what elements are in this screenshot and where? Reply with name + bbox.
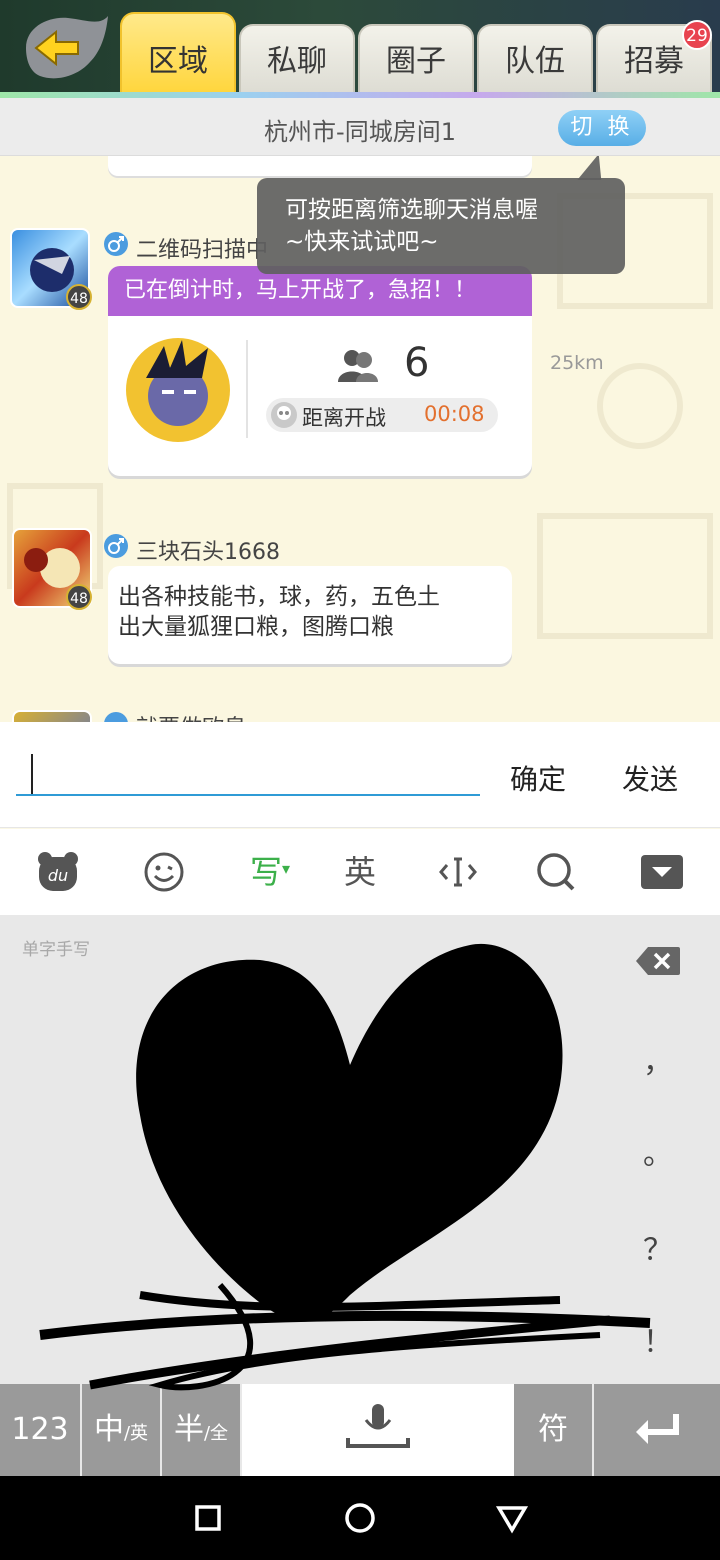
send-button[interactable]: 发送	[622, 758, 678, 798]
handwrite-mode-label: 单字手写	[22, 940, 90, 960]
username[interactable]: 三块石头1668	[136, 534, 280, 566]
chat-list[interactable]: 48 二维码扫描中 已在倒计时，马上开战了，急招！！ 6 距离开战 00:08	[0, 156, 720, 722]
level-badge: 48	[66, 584, 92, 610]
tab-label: 区域	[148, 44, 208, 79]
countdown-time: 00:08	[424, 402, 485, 426]
distance-label: 25km	[550, 352, 604, 374]
distance-filter-tooltip: 可按距离筛选聊天消息喔 ~快来试试吧~	[257, 178, 625, 274]
male-icon	[104, 534, 128, 558]
tab-team[interactable]: 队伍	[477, 24, 593, 96]
tab-region[interactable]: 区域	[120, 12, 236, 96]
english-mode-button[interactable]: 英	[330, 849, 390, 895]
hide-keyboard-button[interactable]	[632, 849, 692, 895]
punct-exclamation-key[interactable]: ！	[634, 1317, 682, 1361]
dropdown-arrow-icon: ▾	[281, 859, 291, 878]
enter-icon	[636, 1414, 679, 1444]
back-button[interactable]	[16, 12, 112, 86]
team-leader-avatar	[126, 338, 230, 442]
symbols-key[interactable]: 符	[514, 1384, 592, 1476]
tooltip-line: 可按距离筛选聊天消息喔	[285, 197, 538, 223]
smiley-icon	[144, 852, 184, 892]
backspace-button[interactable]	[634, 945, 682, 977]
level-badge: 48	[66, 284, 92, 310]
handwrite-label: 写	[249, 853, 282, 891]
team-count: 6	[404, 340, 430, 386]
backspace-icon	[636, 947, 680, 975]
space-voice-key[interactable]	[242, 1384, 514, 1476]
cn-en-toggle-key[interactable]: 中/英	[82, 1384, 160, 1476]
confirm-button[interactable]: 确定	[510, 758, 566, 798]
triangle-icon	[495, 1506, 529, 1534]
baidu-bear-icon: du	[38, 852, 78, 891]
top-tab-bar: 区域 私聊 圈子 队伍 招募 29	[0, 0, 720, 98]
punct-comma-key[interactable]: ，	[634, 1037, 682, 1081]
key-sub-label: /英	[123, 1423, 149, 1444]
message-bubble[interactable]: 出各种技能书，球，药，五色土 出大量狐狸口粮，图腾口粮	[108, 566, 512, 664]
search-button[interactable]	[526, 849, 586, 895]
numeric-key[interactable]: 123	[0, 1384, 80, 1476]
group-icon	[338, 350, 378, 382]
handwrite-mode-button[interactable]: 写▾	[240, 849, 300, 895]
recruit-badge: 29	[682, 20, 712, 50]
enter-key[interactable]	[594, 1384, 720, 1476]
message-line: 出大量狐狸口粮，图腾口粮	[118, 614, 394, 640]
circle-icon	[345, 1503, 375, 1533]
tab-label: 招募	[624, 44, 684, 79]
tab-circle[interactable]: 圈子	[358, 24, 474, 96]
male-icon	[104, 232, 128, 256]
previous-message-bubble	[108, 156, 532, 176]
tab-private-chat[interactable]: 私聊	[239, 24, 355, 96]
text-caret	[31, 754, 33, 794]
key-label: 123	[11, 1412, 69, 1447]
back-nav-button[interactable]	[492, 1498, 532, 1538]
search-icon	[537, 853, 575, 891]
tab-label: 队伍	[505, 44, 565, 79]
recents-button[interactable]	[188, 1498, 228, 1538]
message-line: 出各种技能书，球，药，五色土	[118, 584, 440, 610]
tab-label: 圈子	[386, 44, 446, 79]
room-bar: 杭州市-同城房间1 切 换	[0, 98, 720, 156]
keyboard-toolbar: du 写▾ 英	[0, 829, 720, 915]
message-input-row: 确定 发送	[0, 722, 720, 828]
back-arrow-icon	[26, 16, 108, 79]
skull-icon	[271, 402, 297, 428]
card-divider	[246, 340, 248, 438]
countdown-pill: 距离开战 00:08	[266, 398, 498, 432]
username[interactable]: 就要做欧皇	[136, 710, 246, 722]
cursor-move-button[interactable]	[428, 849, 488, 895]
cursor-icon	[439, 857, 477, 887]
punct-period-key[interactable]: 。	[634, 1129, 682, 1173]
key-sub-label: /全	[203, 1423, 229, 1444]
microphone-icon	[346, 1404, 410, 1448]
square-icon	[195, 1505, 221, 1531]
punct-question-key[interactable]: ？	[634, 1225, 682, 1269]
system-nav-bar	[0, 1476, 720, 1560]
english-label: 英	[343, 853, 376, 891]
team-invite-card[interactable]: 已在倒计时，马上开战了，急招！！ 6 距离开战 00:08	[108, 266, 532, 476]
handwriting-pad[interactable]: 单字手写 ， 。 ？ ！	[0, 915, 720, 1385]
tooltip-line: ~快来试试吧~	[285, 229, 439, 255]
key-label: 半	[173, 1412, 204, 1447]
baidu-logo-button[interactable]: du	[28, 849, 88, 895]
half-full-toggle-key[interactable]: 半/全	[162, 1384, 240, 1476]
key-label: 符	[538, 1412, 568, 1447]
keyboard-bottom-row: 123 中/英 半/全 符	[0, 1384, 720, 1476]
key-label: 中	[93, 1412, 124, 1447]
tab-label: 私聊	[267, 44, 327, 79]
message-input[interactable]	[16, 754, 480, 796]
countdown-label: 距离开战	[302, 406, 386, 430]
switch-room-button[interactable]: 切 换	[558, 110, 646, 146]
username[interactable]: 二维码扫描中	[136, 232, 268, 264]
emoji-button[interactable]	[134, 849, 194, 895]
avatar[interactable]	[12, 710, 92, 722]
home-button[interactable]	[340, 1498, 380, 1538]
svg-text:du: du	[48, 866, 68, 885]
chevron-down-icon	[641, 855, 683, 889]
